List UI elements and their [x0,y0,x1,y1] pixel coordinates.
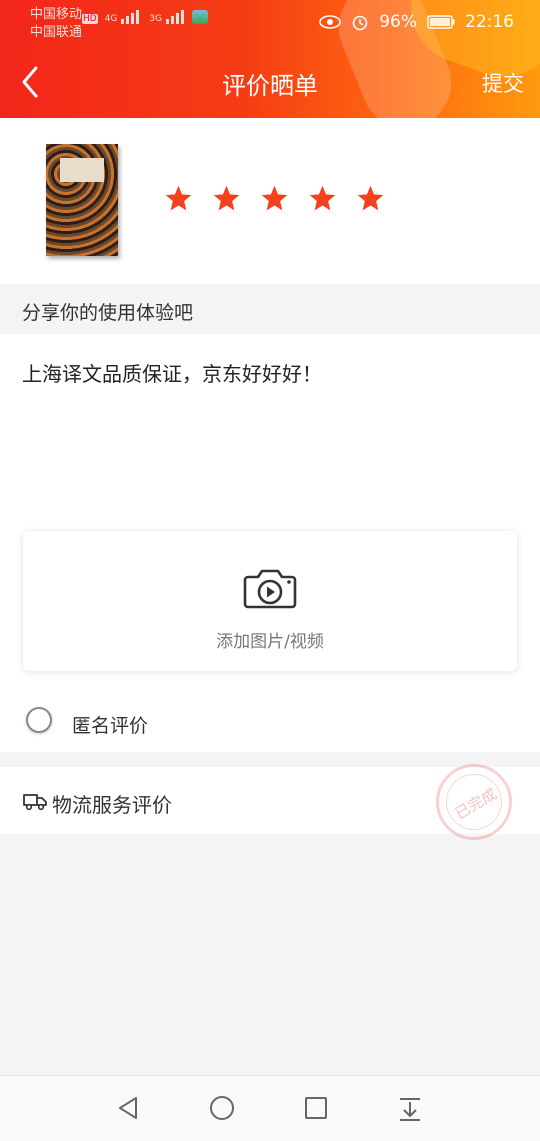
app-notification-icon [192,10,209,24]
signal-indicators: HD 4G 3G [82,10,209,24]
star-icon[interactable] [260,184,289,213]
carrier-1: 中国移动 [30,7,83,22]
network-type-2: 3G [149,14,163,24]
review-section: 上海译文品质保证，京东好好好！ 添加图片/视频 [0,334,540,694]
nav-back-triangle-icon[interactable] [114,1094,142,1122]
header-bar: 中国移动 中国联通 HD 4G 3G 96% 22:16 评价晒单 提交 [0,0,540,118]
battery-icon [427,15,455,29]
battery-percent: 96% [379,12,417,32]
nav-recents-square-icon[interactable] [302,1094,330,1122]
product-rating-section [0,118,540,284]
truck-icon [23,794,47,811]
add-media-button[interactable]: 添加图片/视频 [23,531,517,671]
signal-icon [121,10,140,24]
nav-pull-down-icon[interactable] [396,1094,424,1122]
hd-icon: HD [82,14,98,24]
submit-button[interactable]: 提交 [482,68,524,98]
star-rating[interactable] [164,184,385,213]
star-icon[interactable] [356,184,385,213]
product-image[interactable] [46,144,118,256]
system-navigation-bar [0,1075,540,1141]
anonymous-label: 匿名评价 [72,715,149,737]
clock: 22:16 [465,12,514,32]
carrier-2: 中国联通 [30,25,83,40]
network-type-1: 4G [104,14,118,24]
book-cover-label [60,158,104,182]
anonymous-radio[interactable] [26,707,52,733]
star-icon[interactable] [212,184,241,213]
page-title: 评价晒单 [222,72,318,100]
star-icon[interactable] [164,184,193,213]
status-bar: 中国移动 中国联通 HD 4G 3G 96% 22:16 [0,0,540,48]
nav-home-circle-icon[interactable] [208,1094,236,1122]
completed-stamp: 已完成 [436,764,512,840]
review-prompt: 分享你的使用体验吧 [22,302,194,324]
add-media-label: 添加图片/视频 [216,632,324,652]
alarm-icon [352,15,368,31]
star-icon[interactable] [308,184,337,213]
review-prompt-bar: 分享你的使用体验吧 [0,284,540,334]
review-textarea[interactable]: 上海译文品质保证，京东好好好！ [22,358,322,387]
logistics-label: 物流服务评价 [52,793,172,817]
status-right: 96% 22:16 [319,12,514,32]
anonymous-row[interactable]: 匿名评价 [0,694,540,752]
camera-video-icon [243,569,297,609]
signal-icon [166,10,185,24]
eye-icon [319,15,342,29]
